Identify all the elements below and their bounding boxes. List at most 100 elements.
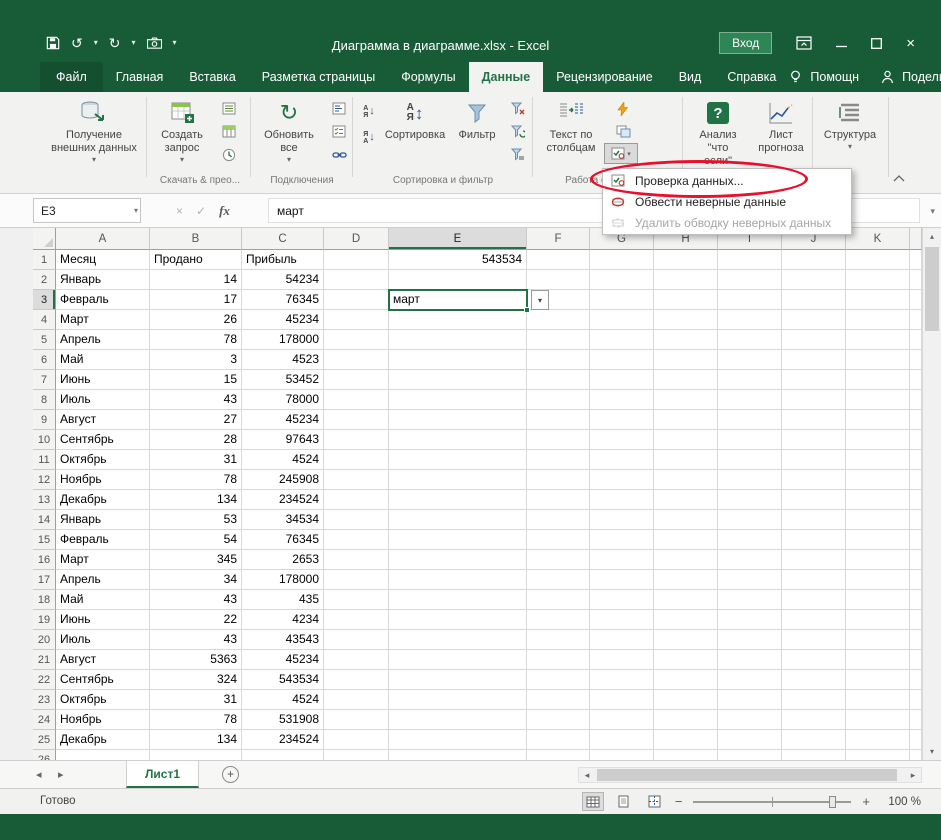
cell-A19[interactable]: Июнь [56, 610, 150, 630]
cell-G26[interactable] [590, 750, 654, 760]
cell-partial[interactable] [910, 670, 922, 690]
cell-G1[interactable] [590, 250, 654, 270]
sort-ascending-button[interactable]: АЯ↓ [356, 101, 382, 122]
cell-partial[interactable] [910, 490, 922, 510]
cell-C17[interactable]: 178000 [242, 570, 324, 590]
cell-H9[interactable] [654, 410, 718, 430]
cell-K10[interactable] [846, 430, 910, 450]
cell-K19[interactable] [846, 610, 910, 630]
cell-J6[interactable] [782, 350, 846, 370]
cell-E2[interactable] [389, 270, 527, 290]
cell-G17[interactable] [590, 570, 654, 590]
cell-H3[interactable] [654, 290, 718, 310]
name-box-dropdown-icon[interactable]: ▾ [134, 206, 138, 215]
vertical-scrollbar[interactable]: ▴ ▾ [922, 228, 941, 760]
cell-G25[interactable] [590, 730, 654, 750]
cell-I18[interactable] [718, 590, 782, 610]
cell-H4[interactable] [654, 310, 718, 330]
cell-A8[interactable]: Июль [56, 390, 150, 410]
cell-D11[interactable] [324, 450, 389, 470]
cell-J11[interactable] [782, 450, 846, 470]
cell-J24[interactable] [782, 710, 846, 730]
cell-F17[interactable] [527, 570, 590, 590]
cell-B11[interactable]: 31 [150, 450, 242, 470]
cell-D20[interactable] [324, 630, 389, 650]
cell-K1[interactable] [846, 250, 910, 270]
cell-partial[interactable] [910, 510, 922, 530]
new-query-button[interactable]: Создать запрос ▾ [152, 97, 212, 171]
cell-E15[interactable] [389, 530, 527, 550]
cell-partial[interactable] [910, 390, 922, 410]
cell-I24[interactable] [718, 710, 782, 730]
cell-F6[interactable] [527, 350, 590, 370]
cell-J22[interactable] [782, 670, 846, 690]
view-page-break-button[interactable] [644, 792, 666, 811]
sign-in-button[interactable]: Вход [719, 32, 772, 54]
row-header-9[interactable]: 9 [33, 410, 56, 430]
cell-G19[interactable] [590, 610, 654, 630]
redo-dropdown-icon[interactable]: ▾ [131, 39, 135, 47]
cell-G3[interactable] [590, 290, 654, 310]
name-box[interactable]: E3 ▾ [33, 198, 141, 223]
reapply-filter-button[interactable] [506, 121, 530, 142]
cell-K17[interactable] [846, 570, 910, 590]
cell-F19[interactable] [527, 610, 590, 630]
cell-G23[interactable] [590, 690, 654, 710]
tab-page-layout[interactable]: Разметка страницы [249, 62, 388, 92]
cell-I12[interactable] [718, 470, 782, 490]
cell-E11[interactable] [389, 450, 527, 470]
cell-J16[interactable] [782, 550, 846, 570]
cell-I6[interactable] [718, 350, 782, 370]
cell-A13[interactable]: Декабрь [56, 490, 150, 510]
cell-J1[interactable] [782, 250, 846, 270]
cell-D10[interactable] [324, 430, 389, 450]
row-header-17[interactable]: 17 [33, 570, 56, 590]
cell-partial[interactable] [910, 710, 922, 730]
cell-E20[interactable] [389, 630, 527, 650]
cell-K4[interactable] [846, 310, 910, 330]
row-header-20[interactable]: 20 [33, 630, 56, 650]
cell-H13[interactable] [654, 490, 718, 510]
row-header-11[interactable]: 11 [33, 450, 56, 470]
show-queries-button[interactable] [212, 98, 246, 119]
cell-B13[interactable]: 134 [150, 490, 242, 510]
cell-I1[interactable] [718, 250, 782, 270]
cell-partial[interactable] [910, 630, 922, 650]
row-header-25[interactable]: 25 [33, 730, 56, 750]
cell-C24[interactable]: 531908 [242, 710, 324, 730]
cell-I15[interactable] [718, 530, 782, 550]
row-header-12[interactable]: 12 [33, 470, 56, 490]
cell-A12[interactable]: Ноябрь [56, 470, 150, 490]
cell-A1[interactable]: Месяц [56, 250, 150, 270]
row-header-2[interactable]: 2 [33, 270, 56, 290]
expand-formula-bar-icon[interactable]: ▾ [930, 206, 935, 217]
cell-H1[interactable] [654, 250, 718, 270]
recent-sources-button[interactable] [212, 144, 246, 165]
cell-F8[interactable] [527, 390, 590, 410]
new-sheet-button[interactable]: + [222, 766, 239, 783]
row-header-15[interactable]: 15 [33, 530, 56, 550]
cell-partial[interactable] [910, 310, 922, 330]
cell-J4[interactable] [782, 310, 846, 330]
cell-D1[interactable] [324, 250, 389, 270]
cell-K13[interactable] [846, 490, 910, 510]
cell-C4[interactable]: 45234 [242, 310, 324, 330]
row-header-23[interactable]: 23 [33, 690, 56, 710]
cell-partial[interactable] [910, 650, 922, 670]
cell-K15[interactable] [846, 530, 910, 550]
edit-links-button[interactable] [322, 144, 356, 165]
cell-C20[interactable]: 43543 [242, 630, 324, 650]
cell-E10[interactable] [389, 430, 527, 450]
cell-H19[interactable] [654, 610, 718, 630]
cell-F13[interactable] [527, 490, 590, 510]
collapse-ribbon-icon[interactable] [893, 172, 905, 184]
cell-D18[interactable] [324, 590, 389, 610]
cell-J9[interactable] [782, 410, 846, 430]
cell-B21[interactable]: 5363 [150, 650, 242, 670]
cell-C7[interactable]: 53452 [242, 370, 324, 390]
tab-home[interactable]: Главная [103, 62, 177, 92]
cell-partial[interactable] [910, 470, 922, 490]
cell-B23[interactable]: 31 [150, 690, 242, 710]
cell-F7[interactable] [527, 370, 590, 390]
cell-E21[interactable] [389, 650, 527, 670]
